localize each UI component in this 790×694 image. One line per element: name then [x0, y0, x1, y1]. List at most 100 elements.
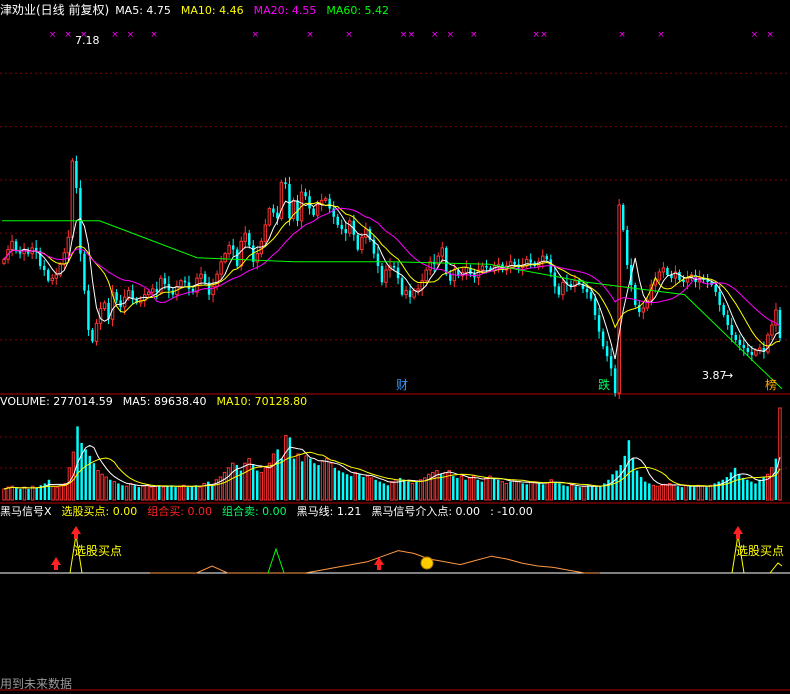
volume-bar: [324, 458, 329, 501]
candle-body: [557, 286, 561, 295]
volume-bar: [337, 470, 341, 500]
candle-body: [738, 340, 742, 345]
volume-bar: [174, 487, 177, 500]
volume-bar: [128, 482, 133, 501]
high-price-label: 7.18: [75, 34, 100, 47]
indicator-markers: 选股买点 选股买点: [51, 526, 784, 570]
candle-body: [625, 230, 629, 265]
candle-body: [742, 345, 746, 348]
volume-bar: [104, 476, 108, 501]
volume-bar: [512, 479, 517, 501]
volume-bar: [198, 486, 202, 501]
red-arrow-icon: [51, 557, 61, 565]
candle-body: [726, 315, 729, 325]
volume-bar: [231, 462, 235, 501]
candle-body: [356, 234, 360, 250]
stock-chart: 津劝业(日线 前复权) MA5: 4.75 MA10: 4.46 MA20: 4.5…: [0, 2, 790, 691]
volume-bar: [177, 485, 182, 501]
red-arrow-icon: [374, 557, 384, 565]
candle-body: [449, 274, 452, 281]
volume-bar: [345, 474, 349, 500]
volume-bar: [117, 483, 120, 500]
volume-bar: [271, 453, 276, 501]
volume-bar: [696, 484, 701, 501]
price-annotations: 7.18 3.87 →: [75, 34, 733, 382]
volume-bar: [533, 481, 537, 501]
volume-bar: [741, 477, 745, 500]
red-arrow-stem: [736, 534, 740, 539]
volume-bar: [124, 485, 129, 501]
volume-bar: [708, 484, 713, 501]
top-x-marker: ×: [431, 30, 439, 40]
candle-body: [670, 275, 673, 278]
volume-bar: [35, 488, 38, 500]
volume-bar: [256, 470, 259, 500]
candle-body: [392, 265, 396, 268]
candle-body: [227, 244, 231, 255]
volume-bar: [137, 487, 141, 500]
indicator-tail: [769, 562, 783, 574]
red-arrow-stem: [74, 534, 78, 539]
candle-body: [131, 290, 134, 299]
candle-body: [42, 265, 46, 271]
candle-body: [770, 324, 774, 336]
candle-body: [263, 224, 268, 242]
buy-point-label: 选股买点: [74, 544, 122, 558]
top-x-marker: ×: [540, 30, 548, 40]
volume-bar: [186, 487, 190, 500]
indicator-header-item-0: 黑马信号X: [0, 505, 52, 518]
volume-bar: [333, 467, 337, 500]
top-x-marker: ×: [150, 30, 158, 40]
candle-body: [284, 182, 287, 184]
volume-bar: [758, 479, 761, 500]
volume-bar: [447, 470, 451, 501]
low-price-arrow: →: [724, 369, 733, 382]
volume-bar: [378, 481, 381, 500]
volume-bar: [746, 479, 749, 500]
top-x-marker: ×: [751, 30, 759, 40]
top-x-marker: ×: [618, 30, 626, 40]
volume-bar: [529, 482, 533, 501]
volume-bar: [688, 486, 692, 500]
volume-bar: [639, 477, 643, 500]
candle-body: [678, 272, 681, 280]
candle-body: [183, 280, 187, 283]
indicator-header-item-6: : -10.00: [490, 505, 533, 518]
volume-bar: [578, 487, 582, 500]
candle-body: [513, 261, 516, 265]
candle-body: [151, 288, 155, 293]
volume-bar: [51, 485, 55, 501]
volume-bar: [145, 484, 149, 501]
indicator-header-item-5: 黑马信号介入点: 0.00: [371, 505, 480, 518]
volume-bar: [309, 458, 312, 500]
volume-bar: [554, 481, 557, 500]
candle-body: [661, 267, 666, 273]
top-x-marker: ×: [532, 30, 540, 40]
candle-body: [94, 322, 99, 342]
candle-body: [718, 292, 721, 305]
indicator-header: 黑马信号X 选股买点: 0.00 组合买: 0.00 组合卖: 0.00 黑马线: 1.…: [0, 504, 533, 518]
price-panel-title: 津劝业(日线 前复权): [0, 2, 109, 17]
volume-bar: [599, 486, 602, 500]
volume-bar: [15, 488, 18, 500]
volume-bar: [166, 486, 169, 500]
candle-body: [75, 161, 78, 189]
volume-bar: [390, 481, 394, 501]
candle-body: [91, 329, 94, 342]
candle-body: [641, 307, 646, 313]
top-x-marker: ×: [306, 30, 314, 40]
volume-bar: [456, 477, 459, 500]
candle-body: [102, 302, 107, 310]
candle-body: [219, 261, 223, 275]
volume-bar: [590, 486, 594, 500]
candle-body: [416, 288, 420, 292]
volume-bar: [574, 486, 577, 500]
volume-bar: [149, 486, 153, 501]
top-x-marker: ×: [345, 30, 353, 40]
volume-bar: [386, 485, 390, 500]
volume-bar: [108, 479, 112, 500]
volume-bar: [280, 458, 283, 500]
volume-bar: [263, 467, 268, 501]
volume-bar: [705, 487, 708, 500]
volume-bar: [607, 479, 610, 500]
